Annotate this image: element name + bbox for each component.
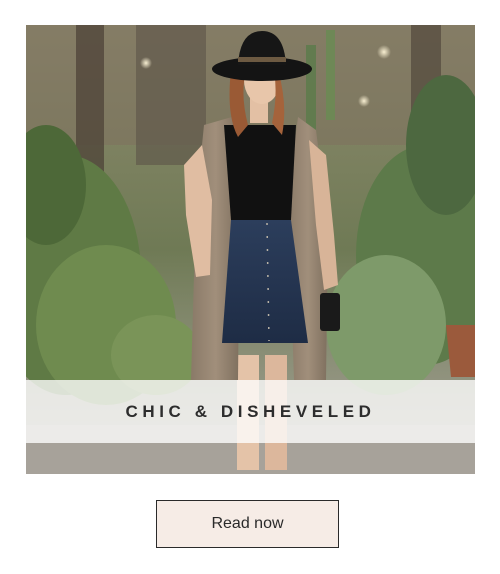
article-card[interactable]: CHIC & DISHEVELED	[26, 25, 475, 474]
read-now-button[interactable]: Read now	[156, 500, 339, 548]
title-band: CHIC & DISHEVELED	[26, 380, 475, 443]
article-title[interactable]: CHIC & DISHEVELED	[125, 402, 375, 422]
